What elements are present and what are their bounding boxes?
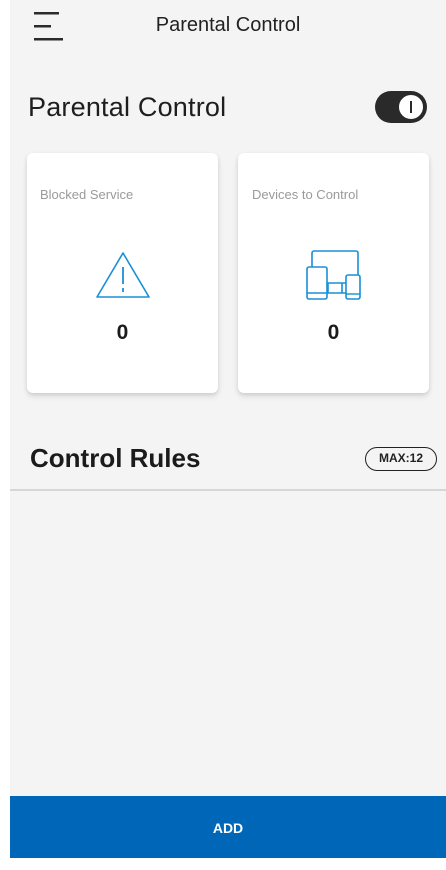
parental-control-toggle[interactable] [375,91,427,123]
page-title: Parental Control [155,14,301,36]
devices-to-control-label: Devices to Control [252,187,359,202]
add-button[interactable]: ADD [10,796,446,858]
blocked-service-label: Blocked Service [40,187,134,202]
blocked-service-card[interactable]: Blocked Service 0 [27,153,218,393]
divider [10,489,446,491]
max-rules-badge: MAX:12 [365,447,437,471]
parental-control-heading: Parental Control [28,92,227,122]
control-rules-heading: Control Rules [30,443,201,473]
devices-icon [306,250,361,300]
app-screen: Parental Control Parental Control Blocke… [10,0,446,858]
devices-to-control-card[interactable]: Devices to Control 0 [238,153,429,393]
top-bar: Parental Control [10,0,446,56]
blocked-service-count: 0 [116,321,129,344]
toggle-knob [397,93,425,121]
warning-icon [96,252,150,298]
devices-to-control-count: 0 [327,321,340,344]
